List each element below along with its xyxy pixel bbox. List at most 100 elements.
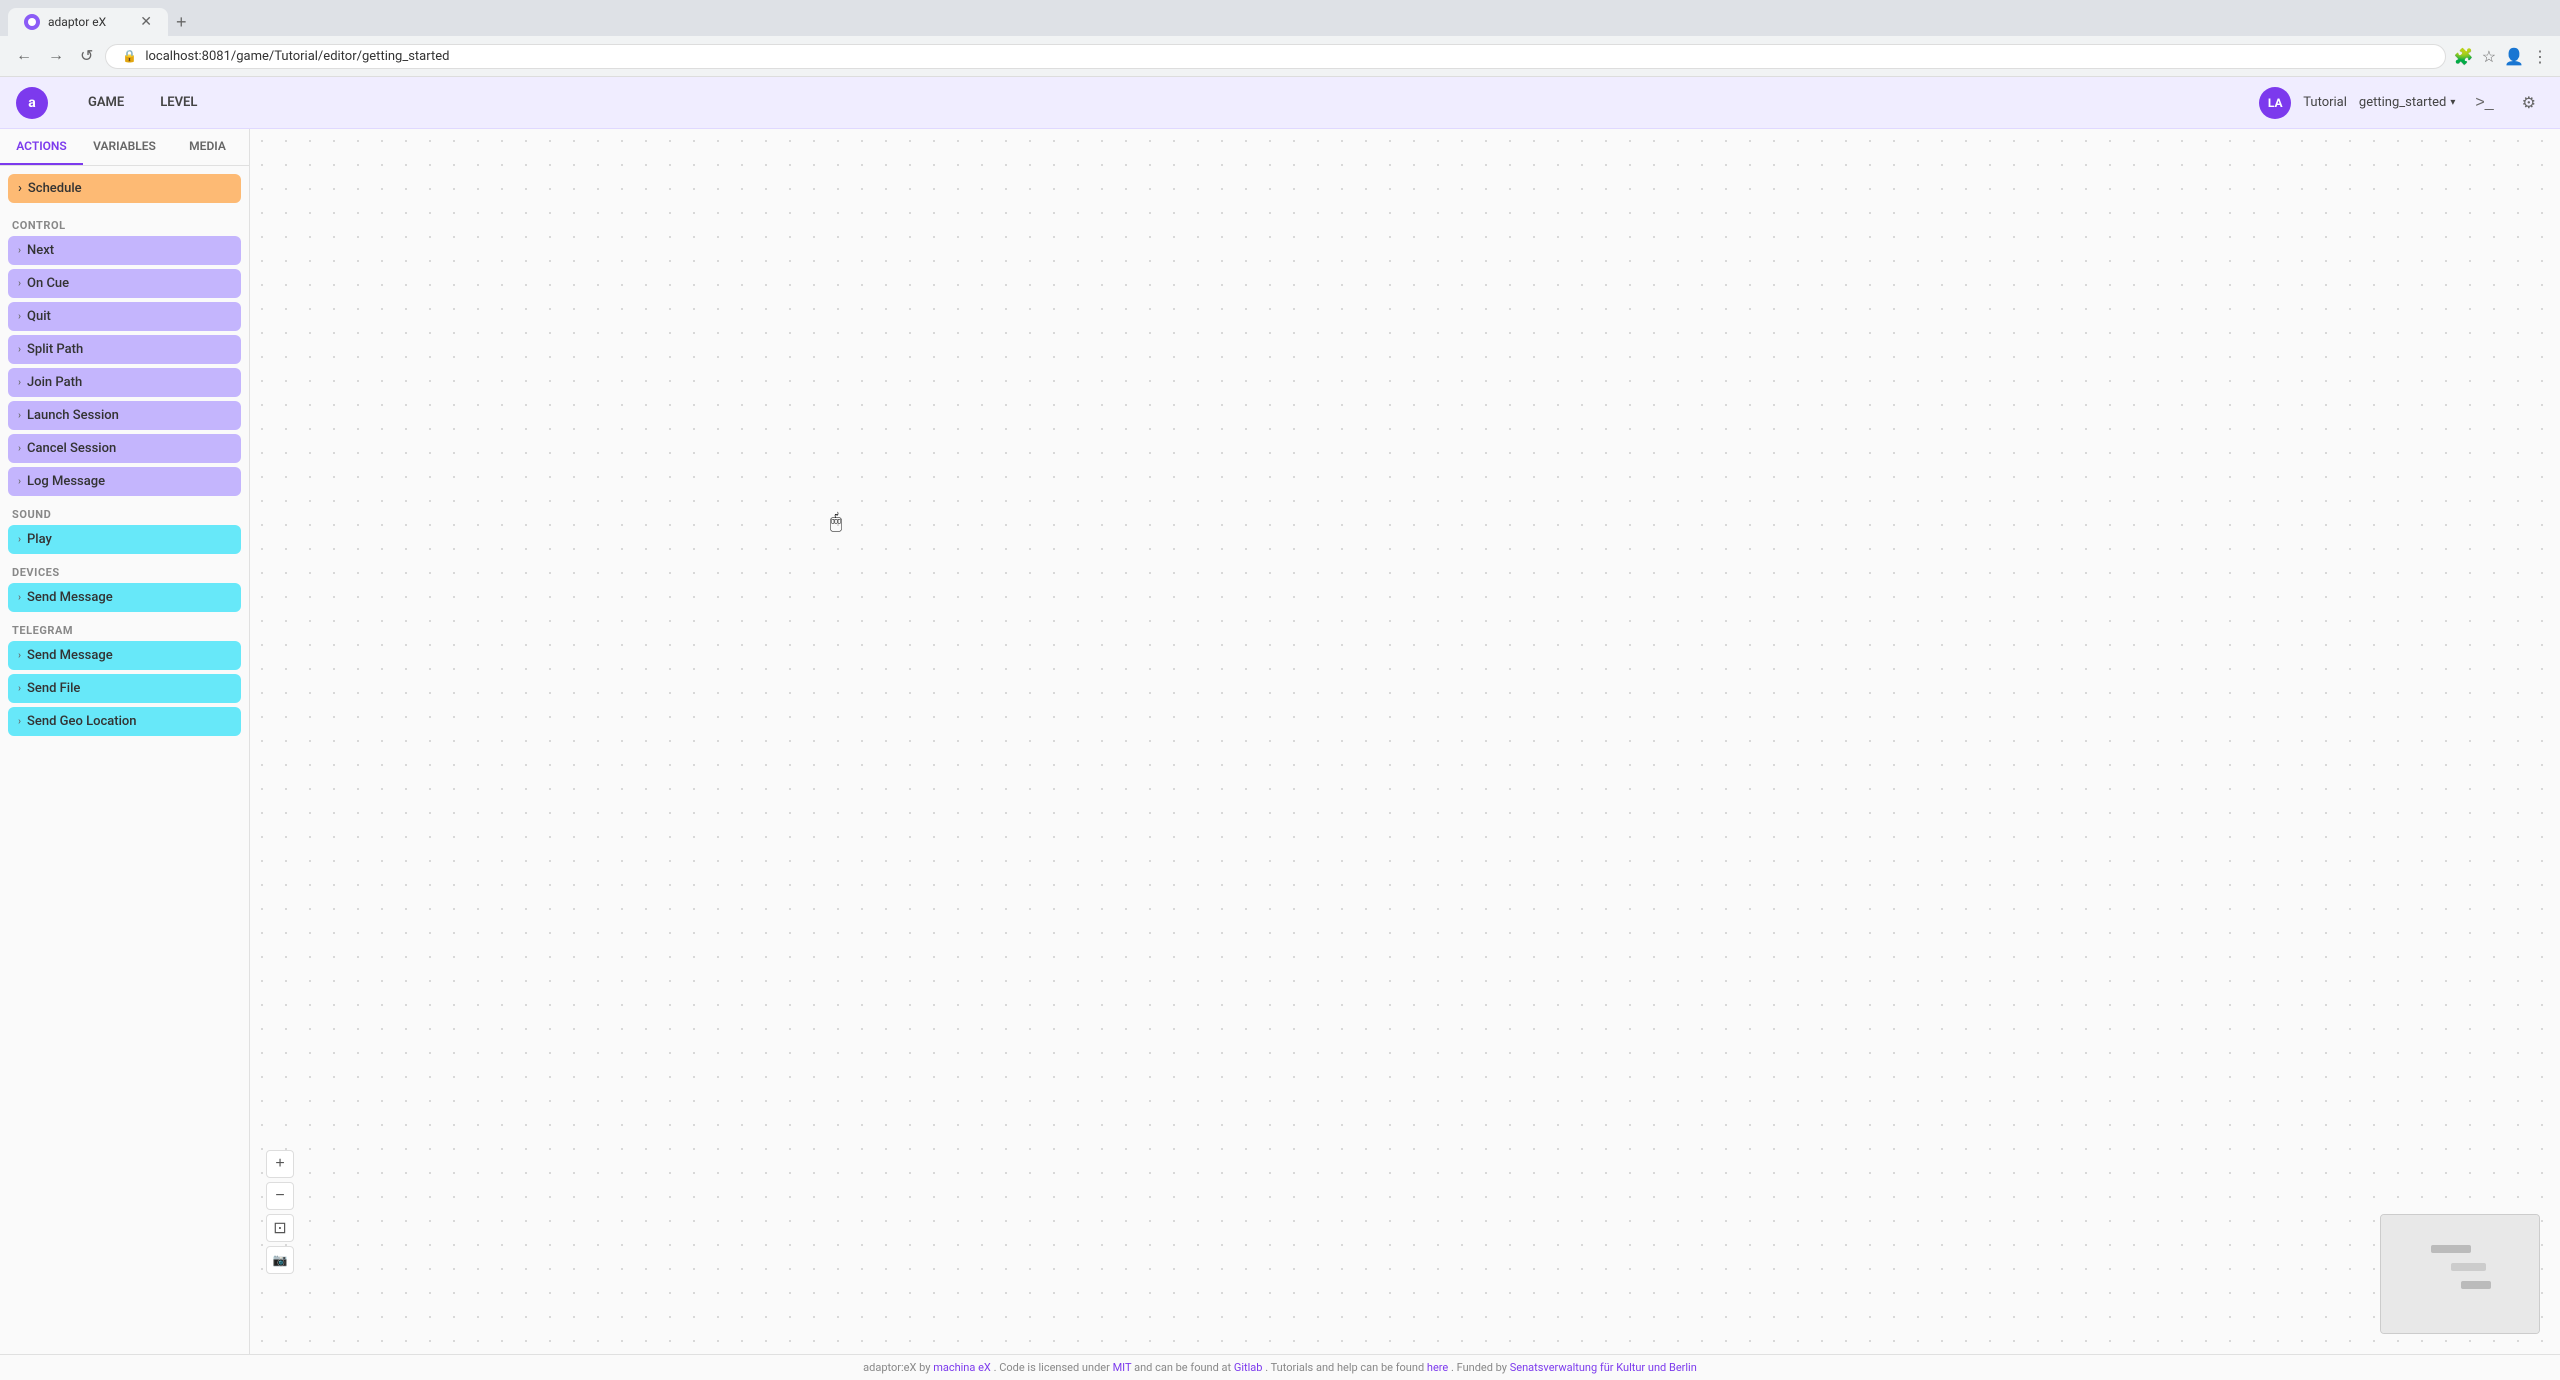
sidebar-tabs: ACTIONS VARIABLES MEDIA [0, 129, 249, 166]
footer: adaptor:eX by machina eX . Code is licen… [0, 1354, 2560, 1380]
devices-sendmessage-chevron-icon: › [18, 592, 21, 603]
more-icon[interactable]: ⋮ [2532, 47, 2548, 66]
minimap-node-1 [2431, 1245, 2471, 1253]
app: a GAME LEVEL LA Tutorial getting_started… [0, 77, 2560, 1380]
telegram-sendfile-chevron-icon: › [18, 683, 21, 694]
gitlab-link[interactable]: Gitlab [1234, 1361, 1263, 1374]
extensions-icon[interactable]: 🧩 [2454, 47, 2474, 66]
logmessage-action-label: Log Message [27, 474, 105, 489]
next-action-label: Next [27, 243, 54, 258]
tab-bar: adaptor eX ✕ + [0, 0, 2560, 36]
address-bar: ← → ↺ 🔒 localhost:8081/game/Tutorial/edi… [0, 36, 2560, 76]
app-header: a GAME LEVEL LA Tutorial getting_started… [0, 77, 2560, 129]
level-chevron-icon: ▾ [2450, 97, 2455, 108]
tab-media[interactable]: MEDIA [166, 129, 249, 165]
browser-chrome: adaptor eX ✕ + ← → ↺ 🔒 localhost:8081/ga… [0, 0, 2560, 77]
quit-action-item[interactable]: › Quit [8, 302, 241, 331]
canvas-controls: + − ⊡ 📷 [266, 1150, 294, 1274]
telegram-section-label: TELEGRAM [8, 616, 241, 641]
minimap [2380, 1214, 2540, 1334]
cancelsession-action-item[interactable]: › Cancel Session [8, 434, 241, 463]
zoom-out-button[interactable]: − [266, 1182, 294, 1210]
zoom-in-button[interactable]: + [266, 1150, 294, 1178]
level-name-dropdown[interactable]: getting_started ▾ [2359, 95, 2455, 110]
oncue-chevron-icon: › [18, 278, 21, 289]
new-tab-button[interactable]: + [168, 12, 195, 33]
senat-link[interactable]: Senatsverwaltung für Kultur und Berlin [1510, 1361, 1697, 1374]
bookmark-icon[interactable]: ☆ [2482, 47, 2496, 66]
sidebar-content: › Schedule CONTROL › Next › On Cue › Qui… [0, 166, 249, 1354]
footer-text: adaptor:eX by [863, 1361, 933, 1374]
footer-funded-text: . Funded by [1451, 1361, 1510, 1374]
fit-button[interactable]: ⊡ [266, 1214, 294, 1242]
splitpath-action-label: Split Path [27, 342, 83, 357]
launchsession-chevron-icon: › [18, 410, 21, 421]
logmessage-chevron-icon: › [18, 476, 21, 487]
tab-variables[interactable]: VARIABLES [83, 129, 166, 165]
tab-actions[interactable]: ACTIONS [0, 129, 83, 165]
telegram-sendgeolocation-action-item[interactable]: › Send Geo Location [8, 707, 241, 736]
splitpath-action-item[interactable]: › Split Path [8, 335, 241, 364]
telegram-sendmessage-action-item[interactable]: › Send Message [8, 641, 241, 670]
screenshot-button[interactable]: 📷 [266, 1246, 294, 1274]
footer-gitlab-text: and can be found at [1134, 1361, 1234, 1374]
forward-button[interactable]: → [44, 43, 68, 69]
quit-chevron-icon: › [18, 311, 21, 322]
schedule-item[interactable]: › Schedule [8, 174, 241, 203]
devices-sendmessage-action-label: Send Message [27, 590, 113, 605]
user-avatar: LA [2259, 87, 2291, 119]
content-area: ACTIONS VARIABLES MEDIA › Schedule CONTR… [0, 129, 2560, 1354]
main-canvas[interactable]: + − ⊡ 📷 🖱 [250, 129, 2560, 1354]
refresh-button[interactable]: ↺ [76, 42, 97, 70]
footer-tutorials-text: . Tutorials and help can be found [1265, 1361, 1427, 1374]
tab-title: adaptor eX [48, 15, 106, 29]
joinpath-action-label: Join Path [27, 375, 82, 390]
play-chevron-icon: › [18, 534, 21, 545]
level-nav-item[interactable]: LEVEL [144, 89, 213, 116]
telegram-sendfile-action-item[interactable]: › Send File [8, 674, 241, 703]
url-lock-icon: 🔒 [122, 49, 137, 63]
cursor: 🖱 [830, 509, 842, 533]
tab-favicon [24, 14, 40, 30]
app-logo: a [16, 87, 48, 119]
cancelsession-chevron-icon: › [18, 443, 21, 454]
launchsession-action-label: Launch Session [27, 408, 119, 423]
profile-icon[interactable]: 👤 [2504, 47, 2524, 66]
back-button[interactable]: ← [12, 43, 36, 69]
header-right: LA Tutorial getting_started ▾ >_ ⚙ [2259, 87, 2544, 119]
oncue-action-label: On Cue [27, 276, 69, 291]
sidebar: ACTIONS VARIABLES MEDIA › Schedule CONTR… [0, 129, 250, 1354]
level-name-text: getting_started [2359, 95, 2446, 110]
quit-action-label: Quit [27, 309, 51, 324]
machina-link[interactable]: machina eX [933, 1361, 991, 1374]
here-link[interactable]: here [1427, 1361, 1448, 1374]
next-chevron-icon: › [18, 245, 21, 256]
telegram-sendmessage-action-label: Send Message [27, 648, 113, 663]
active-tab[interactable]: adaptor eX ✕ [8, 8, 168, 36]
logmessage-action-item[interactable]: › Log Message [8, 467, 241, 496]
browser-toolbar: 🧩 ☆ 👤 ⋮ [2454, 47, 2548, 66]
next-action-item[interactable]: › Next [8, 236, 241, 265]
joinpath-action-item[interactable]: › Join Path [8, 368, 241, 397]
sound-section-label: SOUND [8, 500, 241, 525]
play-action-label: Play [27, 532, 52, 547]
url-text: localhost:8081/game/Tutorial/editor/gett… [145, 49, 449, 64]
oncue-action-item[interactable]: › On Cue [8, 269, 241, 298]
header-nav: GAME LEVEL [72, 89, 213, 116]
schedule-chevron-icon: › [18, 181, 22, 196]
schedule-label: Schedule [28, 181, 82, 196]
telegram-sendgeolocation-action-label: Send Geo Location [27, 714, 137, 729]
devices-sendmessage-action-item[interactable]: › Send Message [8, 583, 241, 612]
mit-link[interactable]: MIT [1113, 1361, 1132, 1374]
terminal-button[interactable]: >_ [2467, 90, 2501, 116]
settings-button[interactable]: ⚙ [2514, 89, 2544, 117]
splitpath-chevron-icon: › [18, 344, 21, 355]
game-nav-item[interactable]: GAME [72, 89, 140, 116]
cancelsession-action-label: Cancel Session [27, 441, 116, 456]
tab-close-button[interactable]: ✕ [140, 14, 152, 30]
play-action-item[interactable]: › Play [8, 525, 241, 554]
footer-license-text: . Code is licensed under [994, 1361, 1113, 1374]
minimap-node-3 [2461, 1281, 2491, 1289]
launchsession-action-item[interactable]: › Launch Session [8, 401, 241, 430]
url-bar[interactable]: 🔒 localhost:8081/game/Tutorial/editor/ge… [105, 44, 2445, 69]
